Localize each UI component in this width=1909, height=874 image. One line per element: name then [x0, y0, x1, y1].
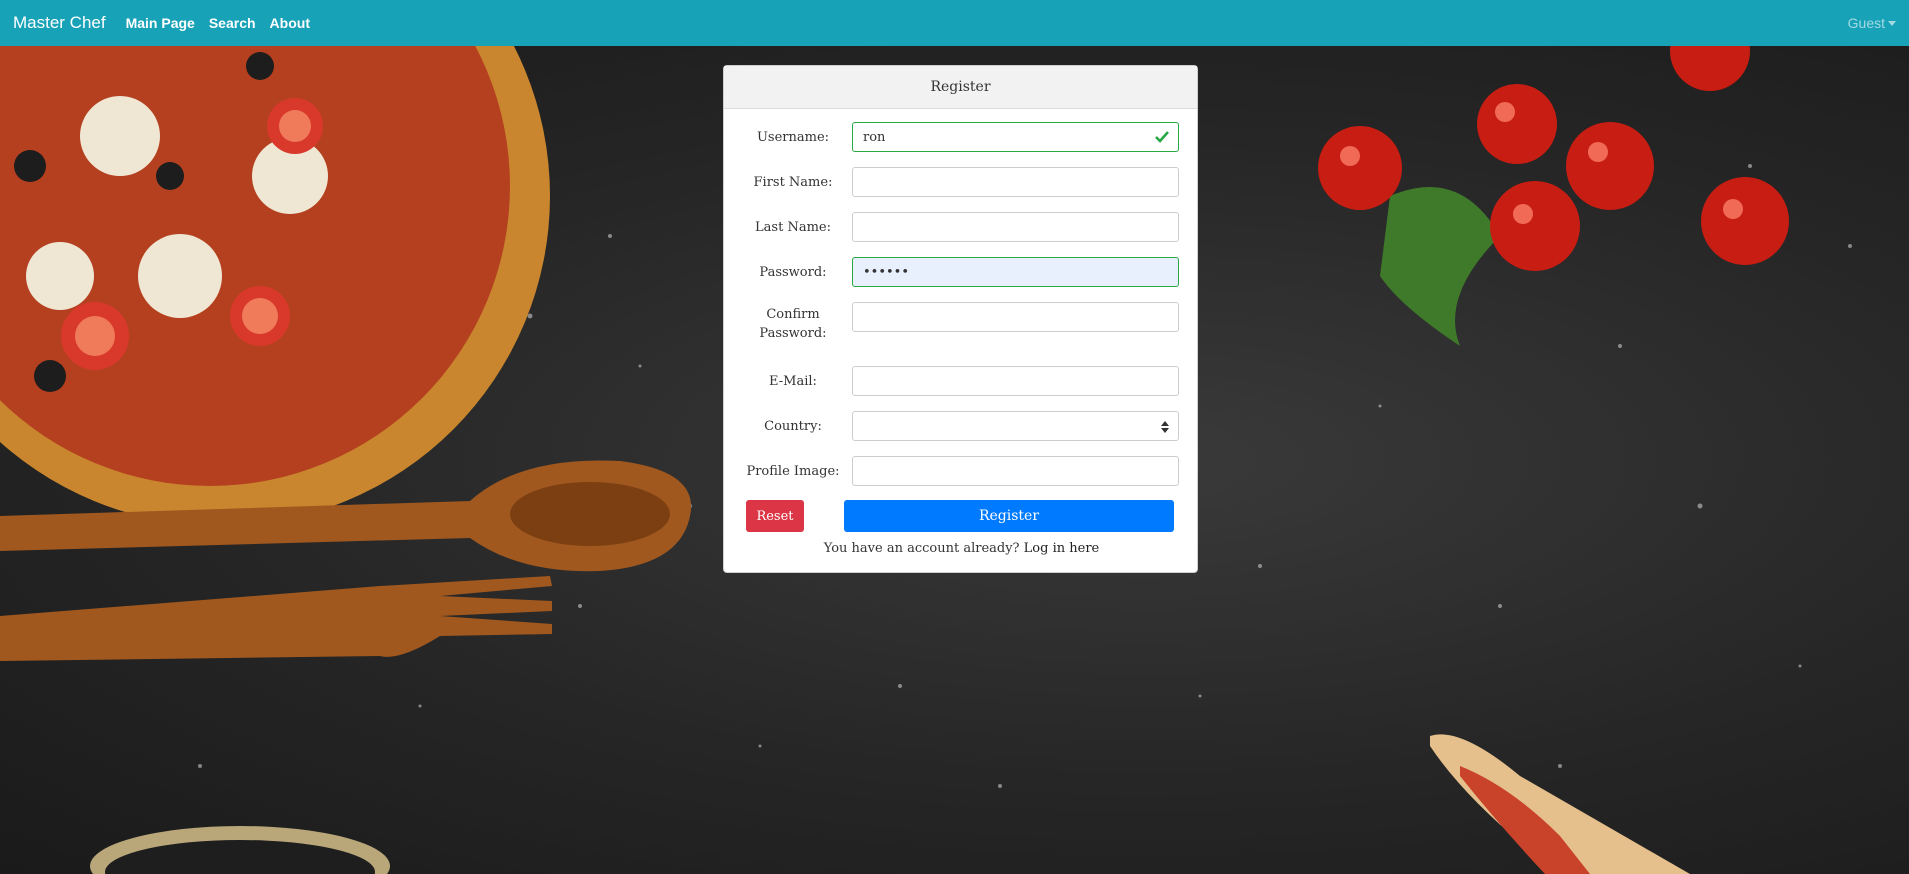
card-header: Register: [724, 66, 1197, 109]
brand-link[interactable]: Master Chef: [13, 13, 106, 33]
email-input[interactable]: [852, 366, 1179, 396]
check-icon: [1155, 131, 1169, 143]
nav-search[interactable]: Search: [209, 15, 256, 31]
first-name-label: First Name:: [753, 175, 833, 190]
username-input[interactable]: ron: [852, 122, 1179, 152]
card-title: Register: [930, 79, 991, 95]
user-name: Guest: [1847, 15, 1885, 31]
nav-main-page[interactable]: Main Page: [126, 15, 195, 31]
select-arrows-icon: [1161, 421, 1169, 433]
email-label: E-Mail:: [769, 374, 817, 389]
username-value: ron: [863, 129, 886, 145]
login-link[interactable]: Log in here: [1024, 541, 1100, 556]
confirm-password-input[interactable]: [852, 302, 1179, 332]
navbar: Master Chef Main Page Search About Guest: [0, 0, 1909, 46]
last-name-label: Last Name:: [755, 220, 831, 235]
password-value: ••••••: [863, 264, 910, 280]
nav-about[interactable]: About: [270, 15, 310, 31]
last-name-input[interactable]: [852, 212, 1179, 242]
country-label: Country:: [764, 419, 822, 434]
confirm-password-label: Confirm Password:: [759, 307, 827, 341]
username-label: Username:: [756, 130, 830, 145]
profile-image-input[interactable]: [852, 456, 1179, 486]
register-card: Register Username: ron First Name: Last …: [723, 65, 1198, 573]
reset-button[interactable]: Reset: [746, 500, 804, 532]
country-select[interactable]: [852, 411, 1179, 441]
login-prompt: You have an account already? Log in here: [724, 541, 1199, 556]
caret-down-icon: [1888, 20, 1896, 26]
login-prompt-text: You have an account already?: [823, 541, 1020, 556]
register-button[interactable]: Register: [844, 500, 1174, 532]
password-label: Password:: [759, 265, 827, 280]
first-name-input[interactable]: [852, 167, 1179, 197]
password-input[interactable]: ••••••: [852, 257, 1179, 287]
profile-image-label: Profile Image:: [746, 464, 840, 479]
user-menu-toggle[interactable]: Guest: [1848, 0, 1896, 46]
